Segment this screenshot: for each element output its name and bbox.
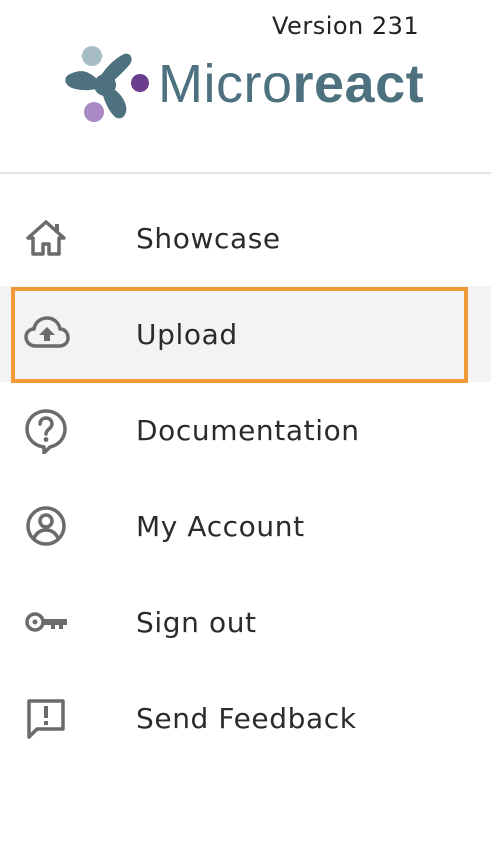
- key-icon: [22, 598, 70, 646]
- drawer-header: Version 231 Microreact: [0, 0, 491, 174]
- menu-item-my-account[interactable]: My Account: [0, 478, 491, 574]
- drawer-menu: Showcase Upload Documentation My Account…: [0, 190, 491, 766]
- menu-item-sign-out[interactable]: Sign out: [0, 574, 491, 670]
- logo-wordmark-bold: react: [292, 54, 425, 114]
- home-icon: [22, 214, 70, 262]
- logo-wordmark-light: Micro: [158, 54, 293, 114]
- menu-item-label: My Account: [136, 509, 305, 543]
- help-bubble-icon: [22, 406, 70, 454]
- menu-item-label: Showcase: [136, 221, 281, 255]
- menu-item-label: Send Feedback: [136, 701, 357, 735]
- navigation-drawer: Version 231 Microreact Showcase Upload D…: [0, 0, 491, 847]
- menu-item-documentation[interactable]: Documentation: [0, 382, 491, 478]
- menu-item-label: Upload: [136, 317, 238, 351]
- microreact-logo[interactable]: Microreact: [64, 44, 424, 124]
- cloud-upload-icon: [22, 310, 70, 358]
- microreact-logo-icon: [65, 46, 149, 122]
- menu-item-label: Documentation: [136, 413, 360, 447]
- menu-item-showcase[interactable]: Showcase: [0, 190, 491, 286]
- logo-wordmark: Microreact: [158, 44, 424, 124]
- feedback-icon: [22, 694, 70, 742]
- menu-item-label: Sign out: [136, 605, 257, 639]
- version-label: Version 231: [272, 12, 420, 40]
- account-circle-icon: [22, 502, 70, 550]
- menu-item-upload[interactable]: Upload: [0, 286, 491, 383]
- menu-item-send-feedback[interactable]: Send Feedback: [0, 670, 491, 766]
